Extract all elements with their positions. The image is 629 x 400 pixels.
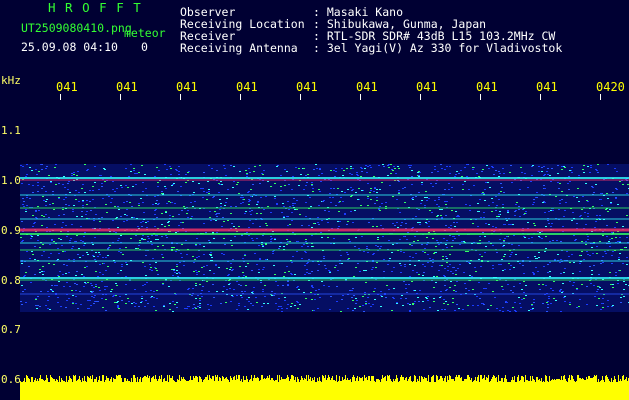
- time-tick: 041: [236, 80, 258, 94]
- time-tick: 041: [476, 80, 498, 94]
- time-tick: 041: [176, 80, 198, 94]
- time-tick-mark: [180, 94, 181, 100]
- time-tick: 041: [116, 80, 138, 94]
- counter-value: 0: [141, 40, 148, 54]
- time-tick: 041: [536, 80, 558, 94]
- observation-datetime: 25.09.08 04:10: [21, 40, 118, 54]
- time-tick-mark: [360, 94, 361, 100]
- y-axis-unit: kHz: [1, 74, 21, 87]
- freq-tick: 0.6: [1, 373, 21, 386]
- time-tick-mark: [540, 94, 541, 100]
- spectrogram-canvas: [20, 164, 629, 400]
- image-filename: UT2509080410.png: [21, 21, 132, 35]
- time-tick-mark: [480, 94, 481, 100]
- header: H R O F F T UT2509080410.png meteor 25.0…: [0, 0, 629, 70]
- time-tick: 041: [296, 80, 318, 94]
- spectrogram-plot: [20, 98, 629, 400]
- time-tick: 041: [56, 80, 78, 94]
- freq-tick: 0.7: [1, 323, 21, 336]
- time-tick-mark: [240, 94, 241, 100]
- time-tick-mark: [120, 94, 121, 100]
- freq-tick: 0.8: [1, 274, 21, 287]
- time-tick: 041: [416, 80, 438, 94]
- time-tick: 0420: [596, 80, 625, 94]
- freq-tick: 1.0: [1, 174, 21, 187]
- time-tick-mark: [300, 94, 301, 100]
- image-subtitle: meteor: [124, 26, 166, 40]
- antenna-label: Receiving Antenna: [180, 41, 298, 55]
- antenna-value: : 3el Yagi(V) Az 330 for Vladivostok: [313, 41, 563, 55]
- level-bars: [20, 375, 629, 400]
- time-tick: 041: [356, 80, 378, 94]
- freq-tick: 0.9: [1, 224, 21, 237]
- time-tick-mark: [420, 94, 421, 100]
- time-tick-mark: [600, 94, 601, 100]
- app-title: H R O F F T: [48, 0, 142, 15]
- freq-tick: 1.1: [1, 124, 21, 137]
- time-tick-mark: [60, 94, 61, 100]
